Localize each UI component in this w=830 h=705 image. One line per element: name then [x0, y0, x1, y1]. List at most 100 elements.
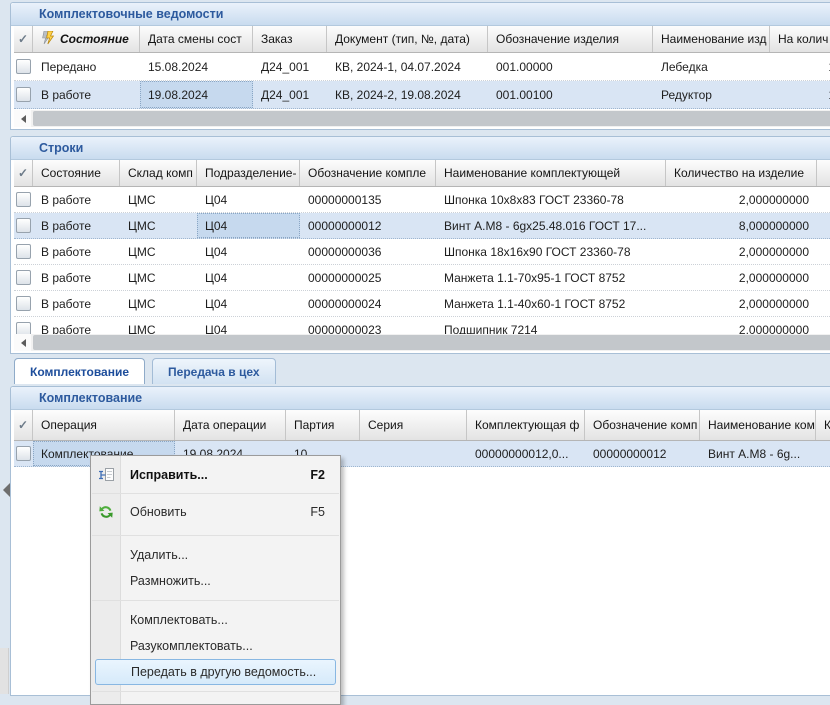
cell[interactable] — [817, 213, 830, 238]
cell[interactable]: Д24_001 — [253, 53, 327, 80]
cell[interactable]: ЦМС — [120, 291, 197, 316]
cell[interactable]: В работе — [33, 187, 120, 212]
column-header[interactable]: Состояние — [33, 160, 120, 186]
column-header[interactable]: Обозначение комп — [585, 410, 700, 440]
checkbox-cell[interactable] — [14, 265, 33, 290]
cell[interactable] — [817, 291, 830, 316]
column-header[interactable]: Состояние — [33, 26, 140, 52]
menu-item-transfer[interactable]: Передать в другую ведомость... — [95, 659, 336, 685]
cell[interactable]: 8,000000000 — [666, 213, 817, 238]
row-checkbox[interactable] — [16, 270, 31, 285]
row-checkbox[interactable] — [16, 192, 31, 207]
column-header[interactable]: Дата смены сост — [140, 26, 253, 52]
row-checkbox[interactable] — [16, 446, 31, 461]
cell[interactable]: 00000000012 — [585, 441, 700, 466]
cell[interactable]: 2,000000000 — [666, 187, 817, 212]
cell[interactable]: В работе — [33, 239, 120, 264]
scroll-left-button[interactable] — [14, 334, 31, 351]
checkbox-cell[interactable] — [14, 81, 33, 108]
cell[interactable]: В работе — [33, 291, 120, 316]
column-header[interactable]: Наименование изд — [653, 26, 770, 52]
menu-item-refresh[interactable]: ОбновитьF5 — [92, 495, 339, 529]
cell[interactable] — [817, 187, 830, 212]
column-header[interactable]: Наименование ком — [700, 410, 816, 440]
vedomosti-horizontal-scrollbar[interactable] — [14, 110, 830, 127]
cell[interactable] — [817, 265, 830, 290]
cell[interactable]: Манжета 1.1-40x60-1 ГОСТ 8752 — [436, 291, 666, 316]
row-checkbox[interactable] — [16, 244, 31, 259]
menu-item-duplicate[interactable]: Размножить... — [92, 568, 339, 594]
cell[interactable]: 2,000000000 — [666, 239, 817, 264]
cell[interactable]: Лебедка — [653, 53, 770, 80]
cell[interactable] — [817, 239, 830, 264]
cell[interactable]: 15.08.2024 — [140, 53, 253, 80]
cell[interactable]: Винт А.М8 - 6gx25.48.016 ГОСТ 17... — [436, 213, 666, 238]
row-checkbox[interactable] — [16, 218, 31, 233]
cell[interactable] — [816, 441, 830, 466]
cell[interactable]: ЦМС — [120, 187, 197, 212]
column-header[interactable]: Операция — [33, 410, 175, 440]
cell[interactable]: 2,000000000 — [666, 291, 817, 316]
column-header[interactable]: На колич — [770, 26, 830, 52]
cell[interactable]: ЦМС — [120, 239, 197, 264]
table-row[interactable]: Передано15.08.2024Д24_001КВ, 2024-1, 04.… — [14, 53, 830, 81]
cell[interactable]: КВ, 2024-1, 04.07.2024 — [327, 53, 488, 80]
column-header[interactable]: Наименование комплектующей — [436, 160, 666, 186]
table-row[interactable]: В работеЦМСЦ0400000000135Шпонка 10x8x83 … — [14, 187, 830, 213]
select-all-header[interactable]: ✓ — [14, 160, 33, 186]
cell[interactable]: Ц04 — [197, 213, 300, 238]
checkbox-cell[interactable] — [14, 291, 33, 316]
checkbox-cell[interactable] — [14, 213, 33, 238]
table-row[interactable]: В работеЦМСЦ0400000000024Манжета 1.1-40x… — [14, 291, 830, 317]
cell[interactable] — [360, 441, 467, 466]
cell[interactable]: Передано — [33, 53, 140, 80]
menu-item-delete[interactable]: Удалить... — [92, 542, 339, 568]
column-header[interactable]: Обозначение компле — [300, 160, 436, 186]
menu-item-razukomplektovat[interactable]: Разукомплектовать... — [92, 633, 339, 659]
checkbox-cell[interactable] — [14, 239, 33, 264]
scrollbar-thumb[interactable] — [33, 335, 830, 350]
checkbox-cell[interactable] — [14, 53, 33, 80]
column-header[interactable]: Документ (тип, №, дата) — [327, 26, 488, 52]
select-all-header[interactable]: ✓ — [14, 410, 33, 440]
cell[interactable]: 00000000012,0... — [467, 441, 585, 466]
scroll-left-button[interactable] — [14, 110, 31, 127]
cell[interactable]: Винт А.М8 - 6g... — [700, 441, 816, 466]
column-header[interactable]: Партия — [286, 410, 360, 440]
cell[interactable]: ЦМС — [120, 213, 197, 238]
cell[interactable]: 19.08.2024 — [140, 81, 253, 108]
column-header[interactable]: Заказ — [253, 26, 327, 52]
column-header[interactable]: Количество на изделие — [666, 160, 817, 186]
scrollbar-thumb[interactable] — [33, 111, 830, 126]
column-header[interactable]: Склад комп — [120, 160, 197, 186]
cell[interactable]: 00000000036 — [300, 239, 436, 264]
cell[interactable]: 001.00000 — [488, 53, 653, 80]
cell[interactable]: Д24_001 — [253, 81, 327, 108]
checkbox-cell[interactable] — [14, 441, 33, 466]
cell[interactable]: Ц04 — [197, 239, 300, 264]
cell[interactable]: 00000000012 — [300, 213, 436, 238]
cell[interactable]: Ц04 — [197, 265, 300, 290]
cell[interactable]: 00000000025 — [300, 265, 436, 290]
checkbox-cell[interactable] — [14, 187, 33, 212]
column-header[interactable]: Дата операции — [175, 410, 286, 440]
cell[interactable]: В работе — [33, 265, 120, 290]
cell[interactable]: 2,000000000 — [666, 265, 817, 290]
table-row[interactable]: В работеЦМСЦ0400000000025Манжета 1.1-70x… — [14, 265, 830, 291]
cell[interactable]: 00000000135 — [300, 187, 436, 212]
cell[interactable]: В работе — [33, 213, 120, 238]
table-row[interactable]: В работеЦМСЦ0400000000036Шпонка 18x16x90… — [14, 239, 830, 265]
tab-peredacha-v-tseh[interactable]: Передача в цех — [152, 358, 276, 384]
table-row[interactable]: В работеЦМСЦ0400000000012Винт А.М8 - 6gx… — [14, 213, 830, 239]
cell[interactable]: ЦМС — [120, 265, 197, 290]
row-checkbox[interactable] — [16, 59, 31, 74]
select-all-header[interactable]: ✓ — [14, 26, 33, 52]
row-checkbox[interactable] — [16, 296, 31, 311]
cell[interactable]: 1 — [770, 81, 830, 108]
column-header[interactable]: Серия — [360, 410, 467, 440]
menu-item-komplektovat[interactable]: Комплектовать... — [92, 607, 339, 633]
cell[interactable]: Манжета 1.1-70x95-1 ГОСТ 8752 — [436, 265, 666, 290]
stroki-horizontal-scrollbar[interactable] — [14, 334, 830, 351]
menu-item-edit[interactable]: Исправить...F2 — [92, 458, 339, 492]
column-header[interactable]: К — [816, 410, 830, 440]
